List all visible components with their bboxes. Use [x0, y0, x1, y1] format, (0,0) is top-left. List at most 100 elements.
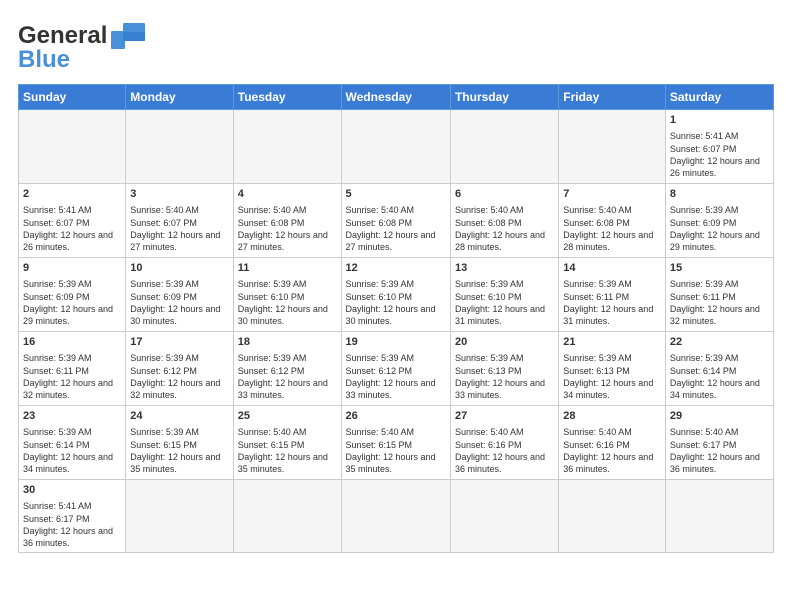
calendar-day: 22 Sunrise: 5:39 AM Sunset: 6:14 PM Dayli…: [665, 332, 773, 406]
day-info: Sunrise: 5:40 AM Sunset: 6:08 PM Dayligh…: [455, 204, 554, 253]
day-info: Sunrise: 5:40 AM Sunset: 6:08 PM Dayligh…: [238, 204, 337, 253]
header-wednesday: Wednesday: [341, 85, 450, 110]
calendar-day: 2Sunrise: 5:41 AM Sunset: 6:07 PM Daylig…: [19, 184, 126, 258]
calendar-day: 27 Sunrise: 5:40 AM Sunset: 6:16 PM Dayli…: [450, 406, 558, 480]
day-info: Sunrise: 5:40 AM Sunset: 6:16 PM Dayligh…: [455, 426, 554, 475]
calendar: Sunday Monday Tuesday Wednesday Thursday…: [18, 84, 774, 553]
day-info: Sunrise: 5:39 AM Sunset: 6:11 PM Dayligh…: [23, 352, 121, 401]
day-number: 19: [346, 335, 446, 350]
calendar-day: 1 Sunrise: 5:41 AM Sunset: 6:07 PM Daylig…: [665, 110, 773, 184]
header-thursday: Thursday: [450, 85, 558, 110]
calendar-header-row: Sunday Monday Tuesday Wednesday Thursday…: [19, 85, 774, 110]
calendar-day: [233, 110, 341, 184]
calendar-day: 21 Sunrise: 5:39 AM Sunset: 6:13 PM Dayli…: [559, 332, 666, 406]
calendar-week-1: 1 Sunrise: 5:41 AM Sunset: 6:07 PM Daylig…: [19, 110, 774, 184]
header-friday: Friday: [559, 85, 666, 110]
day-info: Sunrise: 5:39 AM Sunset: 6:12 PM Dayligh…: [238, 352, 337, 401]
day-info: Sunrise: 5:39 AM Sunset: 6:12 PM Dayligh…: [346, 352, 446, 401]
day-info: Sunrise: 5:40 AM Sunset: 6:15 PM Dayligh…: [238, 426, 337, 475]
calendar-day: [559, 480, 666, 553]
day-info: Sunrise: 5:39 AM Sunset: 6:09 PM Dayligh…: [670, 204, 769, 253]
calendar-day: [19, 110, 126, 184]
day-info: Sunrise: 5:41 AM Sunset: 6:07 PM Dayligh…: [670, 130, 769, 179]
day-info: Sunrise: 5:39 AM Sunset: 6:11 PM Dayligh…: [670, 278, 769, 327]
calendar-day: 29Sunrise: 5:40 AM Sunset: 6:17 PM Dayli…: [665, 406, 773, 480]
calendar-day: 8 Sunrise: 5:39 AM Sunset: 6:09 PM Daylig…: [665, 184, 773, 258]
day-info: Sunrise: 5:39 AM Sunset: 6:10 PM Dayligh…: [346, 278, 446, 327]
calendar-day: [233, 480, 341, 553]
day-number: 5: [346, 187, 446, 202]
day-info: Sunrise: 5:41 AM Sunset: 6:17 PM Dayligh…: [23, 500, 121, 549]
calendar-day: 9Sunrise: 5:39 AM Sunset: 6:09 PM Daylig…: [19, 258, 126, 332]
calendar-day: 3 Sunrise: 5:40 AM Sunset: 6:07 PM Daylig…: [126, 184, 233, 258]
calendar-day: 16Sunrise: 5:39 AM Sunset: 6:11 PM Dayli…: [19, 332, 126, 406]
calendar-day: [450, 480, 558, 553]
day-info: Sunrise: 5:39 AM Sunset: 6:12 PM Dayligh…: [130, 352, 228, 401]
calendar-day: 30 Sunrise: 5:41 AM Sunset: 6:17 PM Dayli…: [19, 480, 126, 553]
day-number: 2: [23, 187, 121, 202]
day-number: 30: [23, 483, 121, 498]
calendar-day: 14 Sunrise: 5:39 AM Sunset: 6:11 PM Dayli…: [559, 258, 666, 332]
day-info: Sunrise: 5:40 AM Sunset: 6:15 PM Dayligh…: [346, 426, 446, 475]
logo-flag-icon: [111, 23, 145, 49]
day-number: 9: [23, 261, 121, 276]
header-tuesday: Tuesday: [233, 85, 341, 110]
calendar-day: 6Sunrise: 5:40 AM Sunset: 6:08 PM Daylig…: [450, 184, 558, 258]
day-info: Sunrise: 5:40 AM Sunset: 6:07 PM Dayligh…: [130, 204, 228, 253]
day-info: Sunrise: 5:39 AM Sunset: 6:15 PM Dayligh…: [130, 426, 228, 475]
day-info: Sunrise: 5:39 AM Sunset: 6:14 PM Dayligh…: [670, 352, 769, 401]
day-number: 3: [130, 187, 228, 202]
calendar-day: 20 Sunrise: 5:39 AM Sunset: 6:13 PM Dayli…: [450, 332, 558, 406]
calendar-day: [341, 480, 450, 553]
calendar-day: 4Sunrise: 5:40 AM Sunset: 6:08 PM Daylig…: [233, 184, 341, 258]
calendar-day: 12 Sunrise: 5:39 AM Sunset: 6:10 PM Dayli…: [341, 258, 450, 332]
day-number: 22: [670, 335, 769, 350]
calendar-day: [126, 480, 233, 553]
calendar-day: 13Sunrise: 5:39 AM Sunset: 6:10 PM Dayli…: [450, 258, 558, 332]
logo-blue-text: Blue: [18, 46, 70, 74]
day-number: 14: [563, 261, 661, 276]
day-info: Sunrise: 5:39 AM Sunset: 6:13 PM Dayligh…: [455, 352, 554, 401]
calendar-day: 23Sunrise: 5:39 AM Sunset: 6:14 PM Dayli…: [19, 406, 126, 480]
day-info: Sunrise: 5:39 AM Sunset: 6:10 PM Dayligh…: [238, 278, 337, 327]
logo: General Blue: [18, 18, 145, 74]
calendar-day: [126, 110, 233, 184]
day-info: Sunrise: 5:39 AM Sunset: 6:13 PM Dayligh…: [563, 352, 661, 401]
day-number: 1: [670, 113, 769, 128]
day-number: 10: [130, 261, 228, 276]
day-number: 25: [238, 409, 337, 424]
logo-container: General Blue: [18, 22, 145, 74]
calendar-week-3: 9 Sunrise: 5:39 AM Sunset: 6:09 PM Daylig…: [19, 258, 774, 332]
calendar-day: 10 Sunrise: 5:39 AM Sunset: 6:09 PM Dayli…: [126, 258, 233, 332]
day-number: 27: [455, 409, 554, 424]
calendar-day: [450, 110, 558, 184]
day-number: 12: [346, 261, 446, 276]
calendar-day: 28Sunrise: 5:40 AM Sunset: 6:16 PM Dayli…: [559, 406, 666, 480]
day-info: Sunrise: 5:40 AM Sunset: 6:08 PM Dayligh…: [346, 204, 446, 253]
day-number: 21: [563, 335, 661, 350]
header-monday: Monday: [126, 85, 233, 110]
day-number: 18: [238, 335, 337, 350]
day-number: 8: [670, 187, 769, 202]
day-info: Sunrise: 5:39 AM Sunset: 6:11 PM Dayligh…: [563, 278, 661, 327]
calendar-day: 18 Sunrise: 5:39 AM Sunset: 6:12 PM Dayli…: [233, 332, 341, 406]
day-number: 7: [563, 187, 661, 202]
header-saturday: Saturday: [665, 85, 773, 110]
day-number: 20: [455, 335, 554, 350]
day-number: 15: [670, 261, 769, 276]
calendar-day: [665, 480, 773, 553]
calendar-day: [559, 110, 666, 184]
day-number: 13: [455, 261, 554, 276]
calendar-week-5: 23Sunrise: 5:39 AM Sunset: 6:14 PM Dayli…: [19, 406, 774, 480]
calendar-day: 7 Sunrise: 5:40 AM Sunset: 6:08 PM Daylig…: [559, 184, 666, 258]
day-number: 23: [23, 409, 121, 424]
calendar-week-4: 16Sunrise: 5:39 AM Sunset: 6:11 PM Dayli…: [19, 332, 774, 406]
calendar-day: [341, 110, 450, 184]
day-info: Sunrise: 5:40 AM Sunset: 6:17 PM Dayligh…: [670, 426, 769, 475]
day-number: 17: [130, 335, 228, 350]
calendar-day: 5 Sunrise: 5:40 AM Sunset: 6:08 PM Daylig…: [341, 184, 450, 258]
day-info: Sunrise: 5:39 AM Sunset: 6:09 PM Dayligh…: [130, 278, 228, 327]
day-info: Sunrise: 5:40 AM Sunset: 6:08 PM Dayligh…: [563, 204, 661, 253]
day-number: 26: [346, 409, 446, 424]
day-number: 24: [130, 409, 228, 424]
